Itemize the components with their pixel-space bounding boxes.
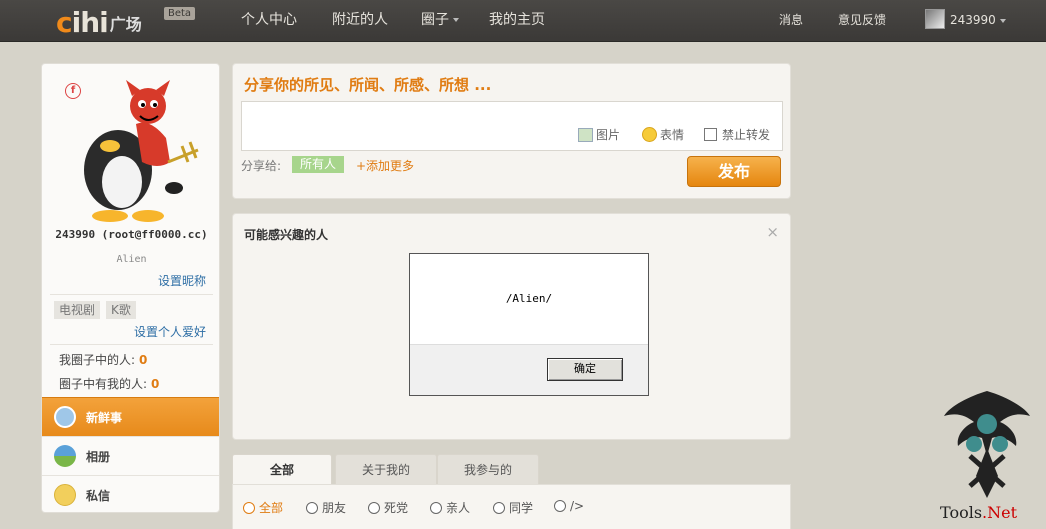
set-nickname-link[interactable]: 设置昵称 — [158, 272, 206, 289]
watermark-text: Tools.Net — [940, 503, 1018, 522]
stat-value: 0 — [139, 353, 148, 367]
hobby-tag-karaoke[interactable]: K歌 — [106, 301, 136, 319]
nav-nearby[interactable]: 附近的人 — [332, 0, 388, 40]
profile-nickname: Alien — [116, 254, 147, 265]
site-logo[interactable]: cihi 广场 Beta — [56, 4, 196, 39]
sidebar-item-label: 相册 — [86, 449, 111, 464]
tool-label: 图片 — [596, 128, 621, 142]
stat-my-circle[interactable]: 我圈子中的人: 0 — [59, 351, 147, 368]
profile-username: 243990 (root@ff0000.cc) — [55, 228, 208, 241]
tool-label: 禁止转发 — [722, 128, 771, 142]
ok-button[interactable]: 确定 — [547, 358, 623, 381]
filter-buddies[interactable]: 死党 — [368, 499, 408, 516]
feed-area: 全部 朋友 死党 亲人 同学 /> — [232, 484, 791, 529]
chevron-down-icon — [453, 18, 459, 22]
tab-participated[interactable]: 我参与的 — [437, 454, 539, 484]
nav-feedback[interactable]: 意见反馈 — [838, 0, 886, 40]
radio-icon — [368, 501, 380, 514]
nav-circles-label: 圈子 — [421, 12, 449, 28]
filter-label: 死党 — [384, 501, 409, 515]
filter-label: 亲人 — [446, 501, 471, 515]
album-icon — [54, 445, 76, 467]
radio-icon — [493, 501, 505, 514]
insert-image-button[interactable]: 图片 — [578, 126, 620, 143]
news-icon — [54, 406, 76, 428]
stat-label: 我圈子中的人: — [59, 353, 136, 367]
radio-icon — [306, 501, 318, 514]
filter-label: 朋友 — [322, 501, 347, 515]
post-composer: 分享你的所见、所闻、所感、所想 ... 图片 表情 禁止转发 分享给: 所有人 … — [232, 63, 791, 199]
nav-messages[interactable]: 消息 — [779, 0, 803, 40]
filter-friends[interactable]: 朋友 — [306, 499, 346, 516]
hobby-tag-tv[interactable]: 电视剧 — [54, 301, 101, 319]
smiley-icon — [642, 127, 657, 142]
stat-in-circle[interactable]: 圈子中有我的人: 0 — [59, 375, 159, 392]
tribal-dragon-watermark-icon — [944, 391, 1030, 498]
filter-label: 同学 — [509, 501, 534, 515]
sidebar-item-label: 新鲜事 — [86, 410, 123, 425]
filter-all[interactable]: 全部 — [243, 499, 283, 516]
set-hobby-link[interactable]: 设置个人爱好 — [134, 323, 206, 340]
feed-tabs: 全部 关于我的 我参与的 — [232, 454, 791, 484]
radio-icon — [554, 500, 566, 512]
nav-circles[interactable]: 圈子 — [421, 0, 459, 40]
composer-title: 分享你的所见、所闻、所感、所想 ... — [244, 76, 492, 94]
add-more-link[interactable]: +添加更多 — [356, 157, 414, 174]
checkbox-icon — [704, 128, 717, 141]
filter-family[interactable]: 亲人 — [430, 499, 470, 516]
filter-classmates[interactable]: 同学 — [493, 499, 533, 516]
post-input[interactable] — [241, 101, 783, 151]
filter-label: /> — [570, 499, 585, 513]
sidebar-item-news[interactable]: 新鲜事 — [42, 397, 219, 436]
user-menu[interactable]: 243990 — [950, 0, 1006, 40]
radio-icon — [243, 501, 255, 514]
close-icon[interactable]: × — [766, 223, 779, 241]
filter-injected[interactable]: /> — [554, 499, 584, 513]
share-audience-select[interactable]: 所有人 — [292, 156, 345, 173]
envelope-icon — [54, 484, 76, 506]
tool-label: 表情 — [660, 128, 685, 142]
bsd-daemon-avatar[interactable] — [70, 78, 202, 228]
insert-emoji-button[interactable]: 表情 — [642, 126, 684, 143]
sidebar-item-label: 私信 — [86, 488, 111, 503]
tab-about-me[interactable]: 关于我的 — [335, 454, 437, 484]
alert-message: /Alien/ — [505, 292, 553, 305]
logo-sub: 广场 — [109, 15, 142, 34]
alert-dialog: /Alien/ 确定 — [409, 253, 649, 396]
nav-my-home[interactable]: 我的主页 — [489, 0, 545, 40]
stat-value: 0 — [151, 377, 160, 391]
publish-button[interactable]: 发布 — [687, 156, 781, 187]
facebook-icon[interactable]: f — [65, 83, 81, 99]
divider — [50, 344, 213, 345]
user-id: 243990 — [950, 13, 996, 27]
top-navbar: cihi 广场 Beta 个人中心 附近的人 圈子 我的主页 消息 意见反馈 2… — [0, 0, 1046, 42]
sidebar-item-messages[interactable]: 私信 — [42, 475, 219, 512]
panel-title: 可能感兴趣的人 — [244, 228, 329, 242]
chevron-down-icon — [999, 18, 1006, 23]
image-icon — [578, 127, 593, 142]
alert-footer: 确定 — [410, 344, 648, 395]
user-avatar[interactable] — [925, 9, 945, 29]
nav-personal-center[interactable]: 个人中心 — [241, 0, 297, 40]
profile-sidebar: f 243990 (root@ff0000.cc) Alien 设置昵称 电视剧… — [41, 63, 220, 513]
share-label: 分享给: — [241, 159, 282, 173]
filter-label: 全部 — [259, 501, 284, 515]
logo-mark: cihi — [56, 6, 109, 39]
divider — [50, 294, 213, 295]
beta-badge: Beta — [164, 7, 196, 20]
radio-icon — [430, 501, 442, 514]
stat-label: 圈子中有我的人: — [59, 377, 148, 391]
sidebar-item-album[interactable]: 相册 — [42, 436, 219, 475]
tab-all[interactable]: 全部 — [232, 454, 332, 484]
no-repost-checkbox[interactable]: 禁止转发 — [704, 126, 770, 143]
